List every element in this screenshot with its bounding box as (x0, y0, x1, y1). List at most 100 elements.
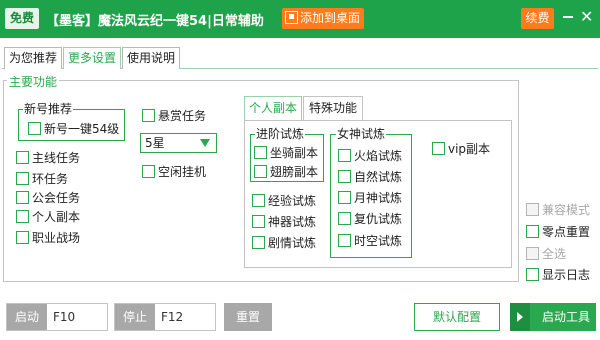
show-log-label: 显示日志 (542, 268, 591, 282)
ring-quest-checkbox[interactable]: 环任务 (16, 172, 68, 186)
checkbox-box[interactable] (16, 210, 29, 223)
timespace-trial-checkbox[interactable]: 时空试炼 (338, 234, 402, 248)
checkbox-box[interactable] (526, 247, 539, 260)
checkbox-box[interactable] (254, 146, 267, 159)
start-hotkey-field[interactable]: 启动 F10 (6, 303, 108, 331)
select-all-label: 全选 (542, 247, 567, 261)
play-icon (510, 303, 530, 331)
idle-hang-checkbox[interactable]: 空闲挂机 (142, 165, 206, 179)
checkbox-box[interactable] (16, 191, 29, 204)
tab-instructions[interactable]: 使用说明 (122, 47, 180, 69)
career-battlefield-checkbox[interactable]: 职业战场 (16, 231, 80, 245)
minimize-icon[interactable] (563, 16, 573, 18)
flame-trial-checkbox[interactable]: 火焰试炼 (338, 149, 402, 163)
moon-trial-checkbox[interactable]: 月神试炼 (338, 191, 402, 205)
add-to-desktop-button[interactable]: 添加到桌面 (282, 8, 364, 29)
stop-hotkey-label: 停止 (115, 304, 155, 330)
dropdown-arrow-icon (200, 139, 210, 147)
main-quest-checkbox[interactable]: 主线任务 (16, 151, 80, 165)
checkbox-box[interactable] (338, 212, 351, 225)
checkbox-box[interactable] (254, 165, 267, 178)
midnight-reset-label: 零点重置 (542, 225, 591, 239)
checkbox-box[interactable] (338, 149, 351, 162)
tab-recommended[interactable]: 为您推荐 (4, 47, 62, 69)
idle-hang-label: 空闲挂机 (158, 165, 207, 179)
desktop-icon (285, 11, 298, 24)
window-title: 【墨客】魔法风云纪一键54|日常辅助 (46, 14, 264, 29)
flame-trial-label: 火焰试炼 (354, 149, 403, 163)
personal-dungeon-label: 个人副本 (32, 210, 81, 224)
story-trial-checkbox[interactable]: 剧情试炼 (252, 236, 316, 250)
compat-mode-label: 兼容模式 (542, 203, 591, 217)
select-all-checkbox[interactable]: 全选 (526, 247, 566, 261)
exp-trial-checkbox[interactable]: 经验试炼 (252, 194, 316, 208)
personal-dungeon-checkbox[interactable]: 个人副本 (16, 210, 80, 224)
artifact-trial-label: 神器试炼 (268, 215, 317, 229)
newbie-group-label: 新号推荐 (23, 102, 74, 116)
exp-trial-label: 经验试炼 (268, 194, 317, 208)
ring-quest-label: 环任务 (32, 172, 69, 186)
checkbox-box[interactable] (338, 191, 351, 204)
main-functions-title: 主要功能 (7, 73, 60, 90)
checkbox-box[interactable] (338, 170, 351, 183)
newbie-one-click-label: 新号一键54级 (44, 122, 120, 136)
newbie-one-click-checkbox[interactable]: 新号一键54级 (28, 122, 119, 136)
nature-trial-label: 自然试炼 (354, 170, 403, 184)
checkbox-box[interactable] (16, 151, 29, 164)
wing-dungeon-label: 翅膀副本 (270, 165, 319, 179)
nature-trial-checkbox[interactable]: 自然试炼 (338, 170, 402, 184)
checkbox-box[interactable] (142, 109, 155, 122)
revenge-trial-label: 复仇试炼 (354, 212, 403, 226)
close-icon[interactable]: ✕ (580, 6, 593, 28)
checkbox-box[interactable] (338, 234, 351, 247)
checkbox-box[interactable] (432, 142, 445, 155)
timespace-trial-label: 时空试炼 (354, 234, 403, 248)
checkbox-box[interactable] (526, 268, 539, 281)
compat-mode-checkbox[interactable]: 兼容模式 (526, 203, 590, 217)
stop-hotkey-value[interactable]: F12 (161, 304, 183, 330)
checkbox-box[interactable] (16, 231, 29, 244)
start-hotkey-value[interactable]: F10 (53, 304, 75, 330)
start-hotkey-label: 启动 (7, 304, 47, 330)
vip-dungeon-label: vip副本 (448, 142, 491, 156)
guild-quest-label: 公会任务 (32, 191, 81, 205)
bounty-task-checkbox[interactable]: 悬赏任务 (142, 109, 206, 123)
checkbox-box[interactable] (252, 194, 265, 207)
checkbox-box[interactable] (16, 172, 29, 185)
tab-personal-dungeon[interactable]: 个人副本 (244, 96, 302, 120)
midnight-reset-checkbox[interactable]: 零点重置 (526, 225, 590, 239)
checkbox-box[interactable] (526, 225, 539, 238)
renew-button[interactable]: 续费 (521, 8, 554, 29)
guild-quest-checkbox[interactable]: 公会任务 (16, 191, 80, 205)
stop-hotkey-field[interactable]: 停止 F12 (114, 303, 216, 331)
reset-button[interactable]: 重置 (224, 303, 272, 331)
checkbox-box[interactable] (252, 215, 265, 228)
vip-dungeon-checkbox[interactable]: vip副本 (432, 142, 490, 156)
star-level-select[interactable]: 5星 (140, 133, 217, 153)
default-config-button[interactable]: 默认配置 (414, 303, 500, 331)
star-level-value: 5星 (145, 136, 165, 150)
free-badge: 免费 (5, 8, 39, 29)
checkbox-box[interactable] (252, 236, 265, 249)
checkbox-box[interactable] (526, 203, 539, 216)
tab-special-functions[interactable]: 特殊功能 (303, 96, 363, 120)
wing-dungeon-checkbox[interactable]: 翅膀副本 (254, 165, 318, 179)
mount-dungeon-label: 坐骑副本 (270, 146, 319, 160)
checkbox-box[interactable] (28, 122, 41, 135)
goddess-trial-group-label: 女神试炼 (336, 127, 387, 141)
mount-dungeon-checkbox[interactable]: 坐骑副本 (254, 146, 318, 160)
advanced-trial-group-label: 进阶试炼 (255, 127, 306, 141)
add-to-desktop-label: 添加到桌面 (300, 11, 361, 25)
bounty-task-label: 悬赏任务 (158, 109, 207, 123)
checkbox-box[interactable] (142, 165, 155, 178)
main-quest-label: 主线任务 (32, 151, 81, 165)
show-log-checkbox[interactable]: 显示日志 (526, 268, 590, 282)
artifact-trial-checkbox[interactable]: 神器试炼 (252, 215, 316, 229)
launch-tool-button[interactable]: 启动工具 (510, 303, 596, 331)
revenge-trial-checkbox[interactable]: 复仇试炼 (338, 212, 402, 226)
tab-more-settings[interactable]: 更多设置 (63, 47, 121, 69)
career-battlefield-label: 职业战场 (32, 231, 81, 245)
launch-tool-label: 启动工具 (542, 310, 591, 324)
moon-trial-label: 月神试炼 (354, 191, 403, 205)
story-trial-label: 剧情试炼 (268, 236, 317, 250)
